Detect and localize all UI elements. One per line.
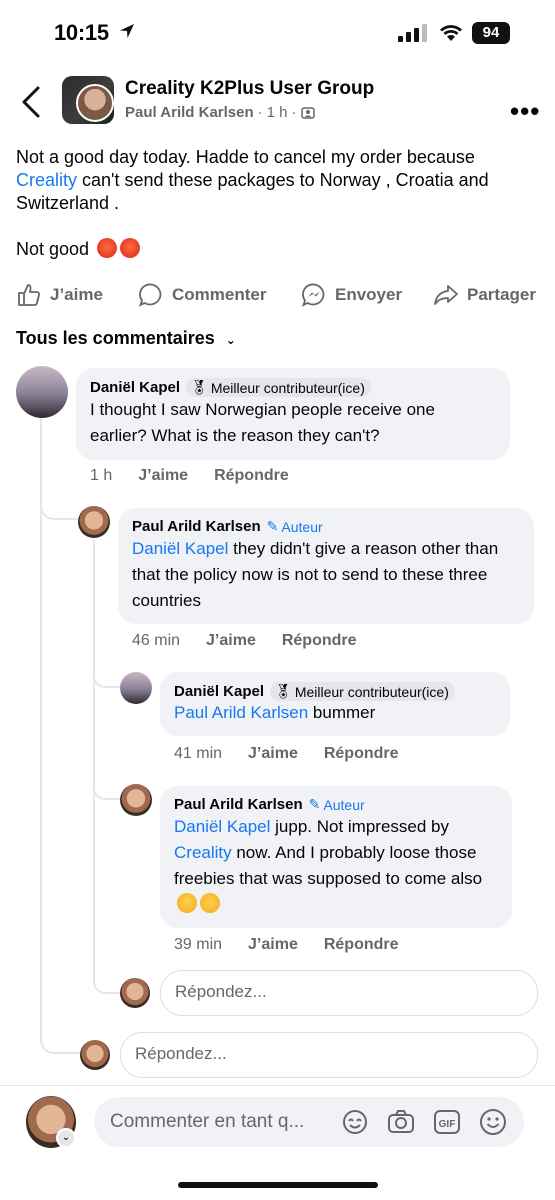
camera-icon[interactable] xyxy=(386,1107,416,1137)
post-body-line2: Not good xyxy=(16,238,141,261)
comment-bubble: Daniël Kapel 🏅︎ Meilleur contributeur(ice)… xyxy=(160,672,510,736)
battery-indicator: 94 xyxy=(472,22,510,44)
comment-time[interactable]: 46 min xyxy=(132,632,180,650)
mention-link[interactable]: Daniël Kapel xyxy=(132,539,228,558)
comments-filter-dropdown[interactable]: Tous les commentaires ⌄ xyxy=(16,328,236,349)
my-avatar xyxy=(80,1040,110,1070)
post-body: Not a good day today. Hadde to cancel my… xyxy=(16,147,489,213)
comment-reply-button[interactable]: Répondre xyxy=(282,632,357,650)
emoji-icon[interactable] xyxy=(478,1107,508,1137)
post-link-creality[interactable]: Creality xyxy=(16,170,77,190)
separator-dot: · xyxy=(291,104,297,121)
share-button[interactable]: Partager xyxy=(433,282,536,308)
comment-author[interactable]: Daniël Kapel xyxy=(90,379,180,396)
thread-line xyxy=(93,540,95,980)
author-badge: ✎ Auteur xyxy=(266,518,323,535)
top-contributor-badge: 🏅︎ Meilleur contributeur(ice) xyxy=(186,378,371,397)
members-group-icon xyxy=(300,106,315,119)
post-subtitle: Paul Arild Karlsen · 1 h · xyxy=(125,104,315,121)
thread-connector xyxy=(93,966,121,994)
divider xyxy=(0,1085,555,1086)
comment-like-button[interactable]: J’aime xyxy=(206,632,256,650)
comment-like-button[interactable]: J’aime xyxy=(248,936,298,954)
comment-meta: 41 min J’aime Répondre xyxy=(174,745,399,763)
comment-like-button[interactable]: J’aime xyxy=(248,745,298,763)
like-button[interactable]: J’aime xyxy=(16,282,103,308)
top-contributor-badge: 🏅︎ Meilleur contributeur(ice) xyxy=(270,682,455,701)
avatar[interactable] xyxy=(120,672,152,704)
angry-face-emoji-icon xyxy=(120,238,141,258)
comment-author[interactable]: Daniël Kapel xyxy=(174,683,264,700)
cellular-signal-icon xyxy=(398,24,427,42)
comment-button[interactable]: Commenter xyxy=(138,282,266,308)
comment-meta: 1 h J’aime Répondre xyxy=(90,467,289,485)
post-author[interactable]: Paul Arild Karlsen xyxy=(125,104,254,121)
separator-dot: · xyxy=(257,104,263,121)
comment-like-button[interactable]: J’aime xyxy=(138,467,188,485)
group-avatar[interactable] xyxy=(62,76,114,124)
back-arrow-icon[interactable] xyxy=(18,84,44,120)
group-name[interactable]: Creality K2Plus User Group xyxy=(125,78,374,100)
comment-text: I thought I saw Norwegian people receive… xyxy=(90,400,435,445)
thread-connector xyxy=(93,772,121,800)
comment-bubble: Paul Arild Karlsen ✎ Auteur Daniël Kapel t… xyxy=(118,508,534,624)
my-avatar xyxy=(120,978,150,1008)
comment-bubble: Paul Arild Karlsen ✎ Auteur Daniël Kapel j… xyxy=(160,786,512,928)
chevron-down-icon: ⌄ xyxy=(225,333,236,347)
comment-reply-button[interactable]: Répondre xyxy=(214,467,289,485)
mention-link[interactable]: Daniël Kapel xyxy=(174,817,270,836)
angry-face-emoji-icon xyxy=(97,238,118,258)
wifi-icon xyxy=(440,25,462,41)
comment-bubble: Daniël Kapel 🏅︎ Meilleur contributeur(ice)… xyxy=(76,368,510,460)
comment-reply-button[interactable]: Répondre xyxy=(324,745,399,763)
comment-text: Paul Arild Karlsen bummer xyxy=(174,703,376,722)
disappointed-face-emoji-icon xyxy=(177,893,197,913)
comment-meta: 46 min J’aime Répondre xyxy=(132,632,357,650)
pen-icon: ✎ xyxy=(308,796,321,812)
home-indicator xyxy=(178,1182,378,1188)
avatar[interactable] xyxy=(120,784,152,816)
nested-reply-input[interactable]: Répondez... xyxy=(160,970,538,1016)
award-icon: 🏅︎ xyxy=(274,683,292,699)
messenger-icon xyxy=(301,283,325,307)
pen-icon: ✎ xyxy=(266,518,279,534)
comment-time[interactable]: 39 min xyxy=(174,936,222,954)
thread-connector xyxy=(40,1024,80,1054)
more-options-icon[interactable]: ••• xyxy=(510,96,540,127)
comment-author[interactable]: Paul Arild Karlsen xyxy=(132,518,261,535)
disappointed-face-emoji-icon xyxy=(200,893,220,913)
svg-text:GIF: GIF xyxy=(439,1119,456,1130)
thumbs-up-icon xyxy=(18,284,41,306)
reply-input[interactable]: Répondez... xyxy=(120,1032,538,1078)
comment-author[interactable]: Paul Arild Karlsen xyxy=(174,796,303,813)
author-avatar[interactable] xyxy=(76,84,114,122)
comment-meta: 39 min J’aime Répondre xyxy=(174,936,399,954)
avatar[interactable] xyxy=(16,366,68,418)
share-arrow-icon xyxy=(434,285,458,305)
comment-bubble-icon xyxy=(138,283,162,307)
avatar[interactable] xyxy=(78,506,110,538)
chevron-down-icon[interactable]: ⌄ xyxy=(56,1128,76,1148)
author-badge: ✎ Auteur xyxy=(308,796,365,813)
comment-reply-button[interactable]: Répondre xyxy=(324,936,399,954)
comment-text: Daniël Kapel jupp. Not impressed by Crea… xyxy=(174,814,498,918)
status-time: 10:15 xyxy=(54,20,109,45)
gif-icon[interactable]: GIF xyxy=(432,1107,462,1137)
mention-link[interactable]: Paul Arild Karlsen xyxy=(174,703,308,722)
send-button[interactable]: Envoyer xyxy=(301,282,402,308)
location-arrow-icon xyxy=(120,24,134,38)
thread-connector xyxy=(93,660,121,688)
comment-time[interactable]: 1 h xyxy=(90,467,112,485)
comment-time[interactable]: 41 min xyxy=(174,745,222,763)
mention-link[interactable]: Creality xyxy=(174,843,232,862)
comment-composer-placeholder[interactable]: Commenter en tant q... xyxy=(110,1111,304,1133)
post-time[interactable]: 1 h xyxy=(267,104,288,121)
comment-text: Daniël Kapel they didn't give a reason o… xyxy=(132,539,499,610)
award-icon: 🏅︎ xyxy=(190,379,208,395)
thread-connector xyxy=(40,490,80,520)
avatar-sticker-icon[interactable] xyxy=(340,1107,370,1137)
